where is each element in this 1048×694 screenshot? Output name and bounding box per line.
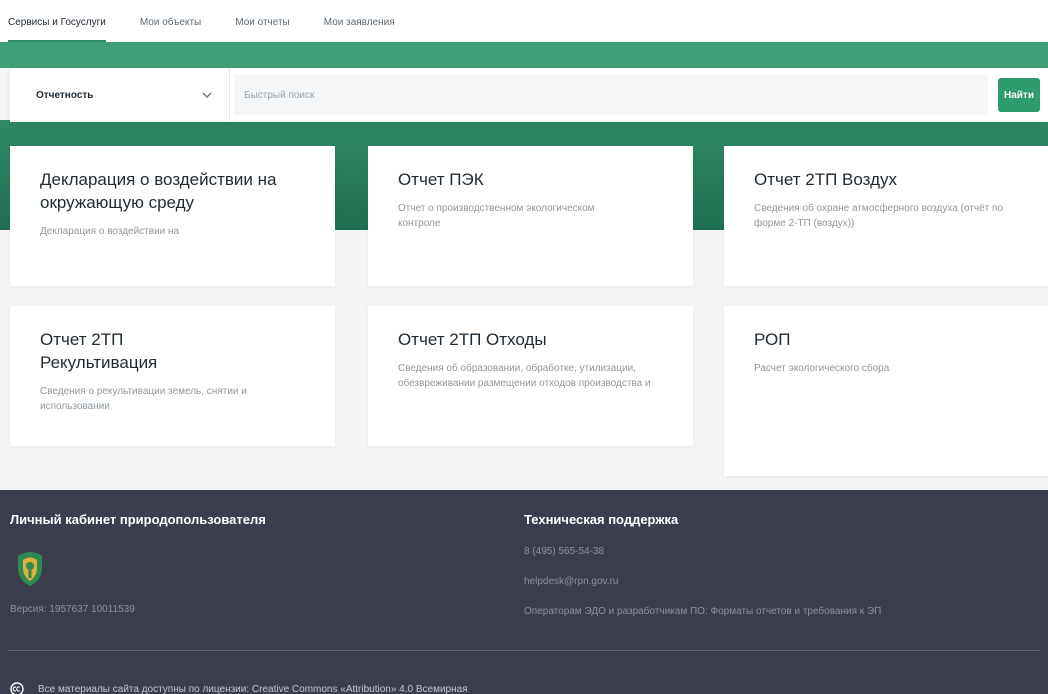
find-button[interactable]: Найти bbox=[998, 78, 1040, 112]
footer-divider bbox=[8, 650, 1040, 651]
tab-my-objects[interactable]: Мои объекты bbox=[140, 17, 201, 42]
search-input[interactable] bbox=[234, 75, 988, 115]
support-email[interactable]: helpdesk@rpn.gov.ru bbox=[524, 576, 618, 587]
search-panel: Отчетность Найти bbox=[10, 68, 1048, 122]
card-2tp-recultivation[interactable]: Отчет 2ТП Рекультивация Сведения о рекул… bbox=[10, 306, 335, 446]
tab-my-reports[interactable]: Мои отчеты bbox=[235, 17, 290, 42]
card-description: Сведения об образовании, обработке, утил… bbox=[398, 363, 651, 389]
card-description: Сведения о рекультивации земель, снятии … bbox=[40, 386, 247, 412]
category-select[interactable]: Отчетность bbox=[10, 68, 230, 122]
card-title: Отчет 2ТП Рекультивация bbox=[40, 330, 158, 372]
support-phone[interactable]: 8 (495) 565-54-38 bbox=[524, 546, 604, 557]
card-title: Отчет 2ТП Воздух bbox=[754, 170, 897, 189]
card-2tp-waste[interactable]: Отчет 2ТП Отходы Сведения об образовании… bbox=[368, 306, 693, 446]
card-title: Отчет 2ТП Отходы bbox=[398, 330, 547, 349]
tab-my-applications[interactable]: Мои заявления bbox=[324, 17, 395, 42]
top-tabs: Сервисы и Госуслуги Мои объекты Мои отче… bbox=[0, 0, 1048, 42]
card-description: Отчет о производственном экологическом к… bbox=[398, 203, 595, 229]
version-text: Версия: 1957637 10011539 bbox=[10, 604, 135, 615]
card-description: Декларация о воздействии на bbox=[40, 226, 180, 237]
card-rop[interactable]: РОП Расчет экологического сбора bbox=[724, 306, 1048, 476]
tab-services[interactable]: Сервисы и Госуслуги bbox=[8, 17, 106, 42]
card-description: Сведения об охране атмосферного воздуха … bbox=[754, 203, 1003, 229]
footer: Личный кабинет природопользователя Верси… bbox=[0, 490, 1048, 694]
cabinet-title: Личный кабинет природопользователя bbox=[10, 512, 266, 527]
card-title: Отчет ПЭК bbox=[398, 170, 484, 189]
card-title: Декларация о воздействии на окружающую с… bbox=[40, 170, 277, 212]
support-title: Техническая поддержка bbox=[524, 512, 679, 527]
card-description: Расчет экологического сбора bbox=[754, 363, 890, 374]
license-text[interactable]: Все материалы сайта доступны по лицензии… bbox=[38, 684, 468, 694]
operators-link[interactable]: Операторам ЭДО и разработчикам ПО: Форма… bbox=[524, 606, 881, 617]
category-select-value: Отчетность bbox=[36, 89, 94, 101]
chevron-down-icon bbox=[202, 92, 212, 98]
creative-commons-icon bbox=[10, 682, 24, 694]
card-pek-report[interactable]: Отчет ПЭК Отчет о производственном эколо… bbox=[368, 146, 693, 286]
card-title: РОП bbox=[754, 330, 791, 349]
card-2tp-air[interactable]: Отчет 2ТП Воздух Сведения об охране атмо… bbox=[724, 146, 1048, 286]
green-band bbox=[0, 42, 1048, 68]
emblem-logo bbox=[18, 552, 42, 586]
card-declaration[interactable]: Декларация о воздействии на окружающую с… bbox=[10, 146, 335, 286]
